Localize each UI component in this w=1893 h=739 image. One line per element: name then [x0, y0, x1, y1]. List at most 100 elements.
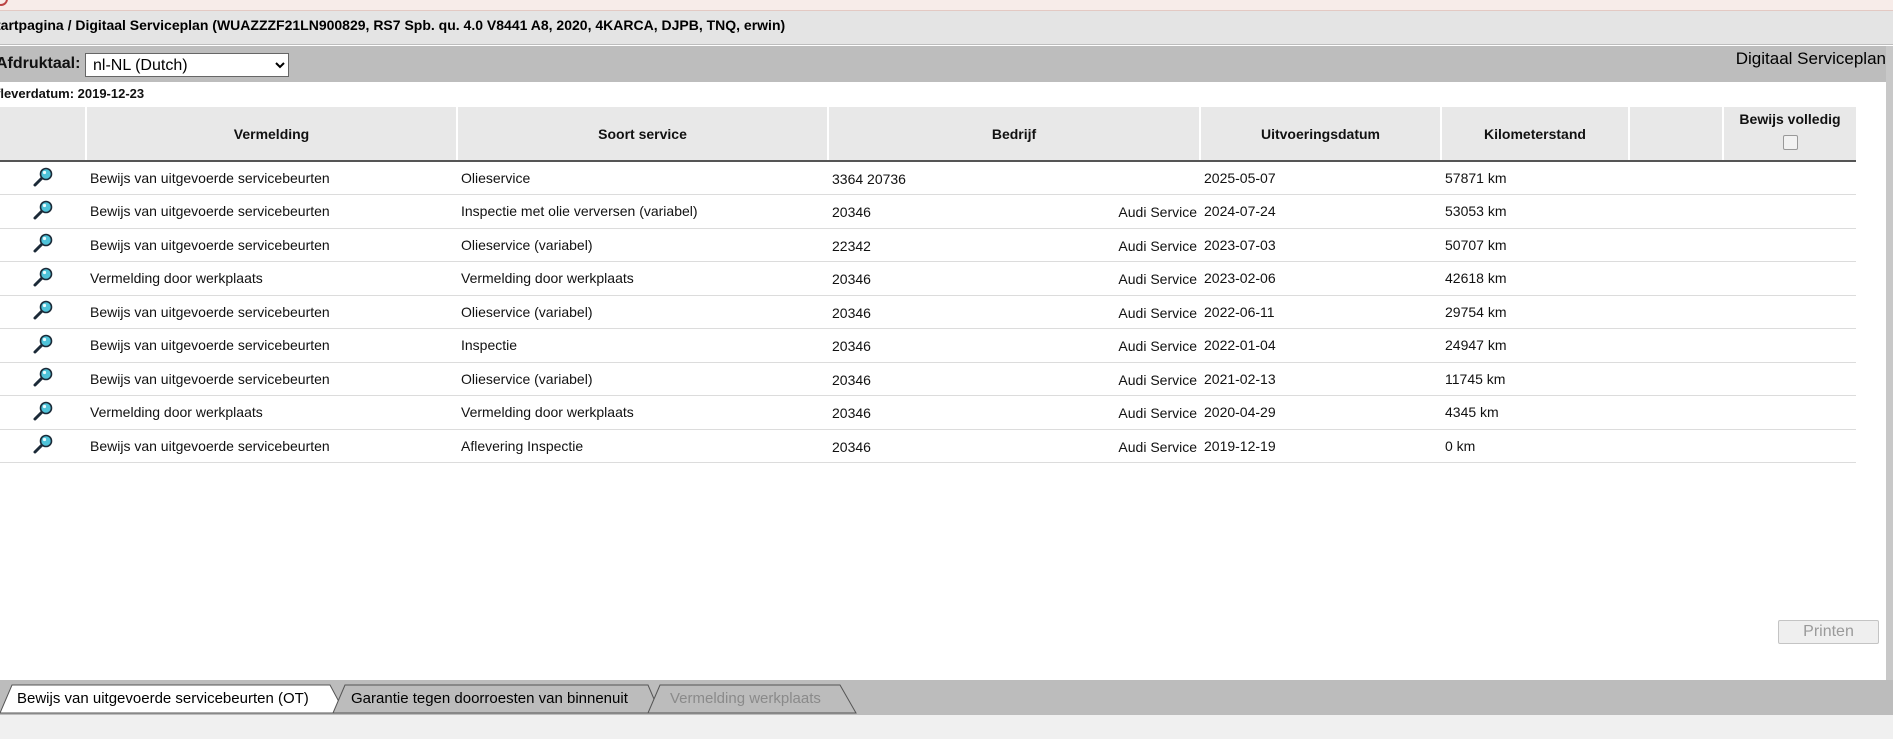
cell-entry: Bewijs van uitgevoerde servicebeurten — [86, 328, 457, 363]
table-row[interactable]: Bewijs van uitgevoerde servicebeurten Ins… — [0, 328, 1856, 363]
cell-service-type: Vermelding door werkplaats — [457, 261, 828, 296]
row-view-button[interactable] — [0, 295, 86, 329]
table-row[interactable]: Vermelding door werkplaats Vermelding doo… — [0, 261, 1856, 296]
cell-mileage: 42618 km — [1441, 261, 1629, 296]
magnifier-icon[interactable] — [32, 200, 54, 224]
cell-empty — [1629, 194, 1723, 229]
company-number: 20346 — [832, 338, 871, 354]
header-proof-complete: Bewijs volledig — [1723, 107, 1856, 162]
tab-service-proof[interactable]: Bewijs van uitgevoerde servicebeurten (O… — [17, 690, 309, 707]
company-name: Audi Service — [1118, 405, 1197, 421]
table-row[interactable]: Vermelding door werkplaats Vermelding doo… — [0, 395, 1856, 430]
magnifier-icon[interactable] — [32, 233, 54, 257]
table-row[interactable]: Bewijs van uitgevoerde servicebeurten Oli… — [0, 362, 1856, 396]
cell-empty — [1629, 362, 1723, 396]
row-view-button[interactable] — [0, 228, 86, 262]
cell-entry: Bewijs van uitgevoerde servicebeurten — [86, 295, 457, 329]
cell-mileage: 29754 km — [1441, 295, 1629, 329]
print-button[interactable]: Printen — [1778, 620, 1879, 644]
delivery-date: fleverdatum: 2019-12-23 — [0, 86, 145, 101]
company-number: 20346 — [832, 438, 871, 455]
row-view-button[interactable] — [0, 395, 86, 430]
cell-service-type: Olieservice (variabel) — [457, 228, 828, 262]
header-execution-date[interactable]: Uitvoeringsdatum — [1200, 107, 1442, 162]
table-row[interactable]: Bewijs van uitgevoerde servicebeurten Afl… — [0, 429, 1856, 463]
cell-execution-date: 2025-05-07 — [1200, 161, 1441, 195]
row-view-button[interactable] — [0, 429, 86, 463]
header-service-type[interactable]: Soort service — [457, 107, 829, 162]
cell-proof — [1723, 295, 1856, 329]
magnifier-icon[interactable] — [32, 367, 54, 391]
cell-mileage: 0 km — [1441, 429, 1629, 463]
cell-execution-date: 2020-04-29 — [1200, 395, 1441, 430]
cell-empty — [1629, 261, 1723, 296]
cell-service-type: Aflevering Inspectie — [457, 429, 828, 463]
company-number: 22342 — [832, 237, 871, 254]
magnifier-icon[interactable] — [32, 334, 54, 358]
company-name: Audi Service — [1118, 237, 1197, 254]
magnifier-icon[interactable] — [32, 300, 54, 324]
row-view-button[interactable] — [0, 194, 86, 229]
cell-entry: Bewijs van uitgevoerde servicebeurten — [86, 194, 457, 229]
header-empty — [1629, 107, 1724, 162]
cell-service-type: Inspectie — [457, 328, 828, 363]
app-title: Digitaal Serviceplan — [1735, 49, 1886, 68]
vertical-scrollbar[interactable] — [1886, 46, 1893, 736]
row-view-button[interactable] — [0, 362, 86, 396]
cell-entry: Vermelding door werkplaats — [86, 261, 457, 296]
cell-company: 20346 Audi Service — [828, 395, 1200, 430]
cell-company: 3364 20736 — [828, 161, 1200, 195]
table-row[interactable]: Bewijs van uitgevoerde servicebeurten Oli… — [0, 161, 1856, 195]
cell-mileage: 4345 km — [1441, 395, 1629, 430]
cell-empty — [1629, 395, 1723, 430]
breadcrumb-bar: tartpagina / Digitaal Serviceplan (WUAZZ… — [0, 11, 1893, 45]
row-view-button[interactable] — [0, 261, 86, 296]
language-select[interactable]: nl-NL (Dutch) — [85, 53, 289, 77]
cell-service-type: Inspectie met olie verversen (variabel) — [457, 194, 828, 229]
language-bar: Afdruktaal: nl-NL (Dutch) Digitaal Servi… — [0, 46, 1893, 82]
magnifier-icon[interactable] — [32, 167, 54, 191]
breadcrumb: tartpagina / Digitaal Serviceplan (WUAZZ… — [0, 17, 786, 33]
company-number: 3364 20736 — [832, 171, 906, 187]
cell-company: 20346 Audi Service — [828, 261, 1200, 296]
magnifier-icon[interactable] — [32, 267, 54, 291]
company-name: Audi Service — [1118, 438, 1197, 455]
table-row[interactable]: Bewijs van uitgevoerde servicebeurten Ins… — [0, 194, 1856, 229]
tab-rust-warranty[interactable]: Garantie tegen doorroesten van binnenuit — [351, 690, 628, 707]
cell-company: 20346 Audi Service — [828, 194, 1200, 229]
cell-execution-date: 2022-06-11 — [1200, 295, 1441, 329]
cell-mileage: 57871 km — [1441, 161, 1629, 195]
cell-service-type: Olieservice (variabel) — [457, 295, 828, 329]
cell-company: 20346 Audi Service — [828, 362, 1200, 396]
cell-service-type: Olieservice — [457, 161, 828, 195]
proof-complete-checkbox[interactable] — [1782, 135, 1798, 150]
company-name: Audi Service — [1118, 271, 1197, 287]
top-notification-strip — [0, 0, 1893, 11]
cell-entry: Bewijs van uitgevoerde servicebeurten — [86, 362, 457, 396]
service-history-table: Vermelding Soort service Bedrijf Uitvoer… — [0, 107, 1856, 463]
table-row[interactable]: Bewijs van uitgevoerde servicebeurten Oli… — [0, 295, 1856, 329]
company-name: Audi Service — [1118, 338, 1197, 354]
company-number: 20346 — [832, 304, 871, 321]
header-mileage[interactable]: Kilometerstand — [1441, 107, 1630, 162]
cell-execution-date: 2023-02-06 — [1200, 261, 1441, 296]
magnifier-icon[interactable] — [32, 434, 54, 458]
company-number: 20346 — [832, 371, 871, 388]
cell-entry: Bewijs van uitgevoerde servicebeurten — [86, 429, 457, 463]
row-view-button[interactable] — [0, 161, 86, 195]
magnifier-icon[interactable] — [32, 401, 54, 425]
tab-workshop-entry[interactable]: Vermelding werkplaats — [670, 690, 821, 707]
company-number: 20346 — [832, 405, 871, 421]
cell-empty — [1629, 328, 1723, 363]
row-view-button[interactable] — [0, 328, 86, 363]
header-entry[interactable]: Vermelding — [86, 107, 458, 162]
cell-company: 20346 Audi Service — [828, 295, 1200, 329]
status-strip — [0, 715, 1893, 739]
cell-company: 20346 Audi Service — [828, 429, 1200, 463]
cell-mileage: 50707 km — [1441, 228, 1629, 262]
company-number: 20346 — [832, 271, 871, 287]
tab-bar: Bewijs van uitgevoerde servicebeurten (O… — [0, 680, 1893, 715]
header-proof-label: Bewijs volledig — [1739, 111, 1841, 127]
table-row[interactable]: Bewijs van uitgevoerde servicebeurten Oli… — [0, 228, 1856, 262]
header-company[interactable]: Bedrijf — [828, 107, 1201, 162]
